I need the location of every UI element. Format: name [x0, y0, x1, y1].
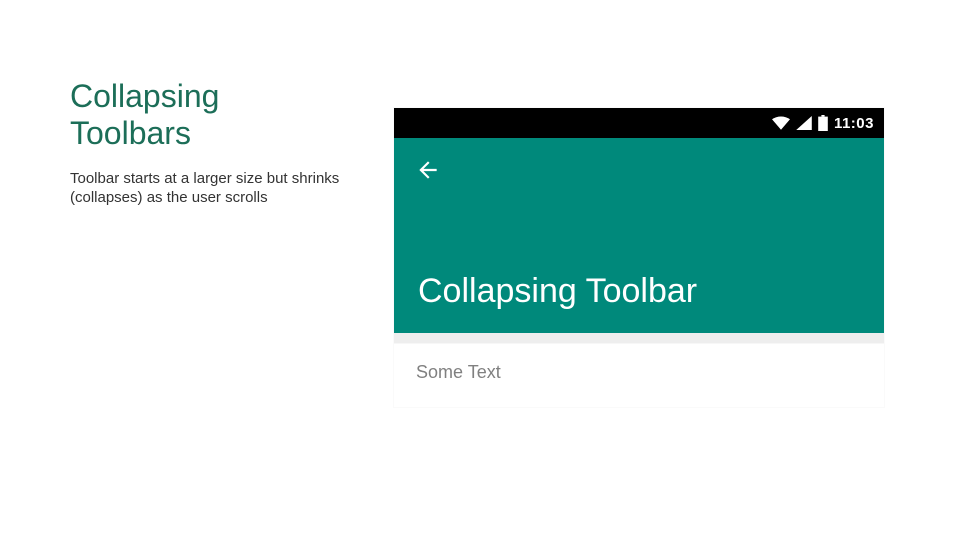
slide: Collapsing Toolbars Toolbar starts at a … [0, 0, 960, 540]
content-text: Some Text [394, 343, 884, 407]
status-bar: 11:03 [394, 108, 884, 138]
heading-line-1: Collapsing [70, 78, 219, 114]
heading-line-2: Toolbars [70, 115, 191, 151]
content-divider [394, 333, 884, 343]
signal-icon [796, 116, 812, 130]
appbar-title: Collapsing Toolbar [418, 272, 697, 311]
collapsing-appbar: Collapsing Toolbar [394, 138, 884, 333]
description-text: Toolbar starts at a larger size but shri… [70, 170, 360, 208]
back-button[interactable] [410, 152, 446, 188]
wifi-icon [772, 116, 790, 130]
back-arrow-icon [415, 157, 441, 183]
battery-icon [818, 115, 828, 131]
device-mock: 11:03 Collapsing Toolbar Some Text [394, 108, 884, 407]
page-title: Collapsing Toolbars [70, 78, 219, 152]
status-time: 11:03 [834, 115, 874, 132]
